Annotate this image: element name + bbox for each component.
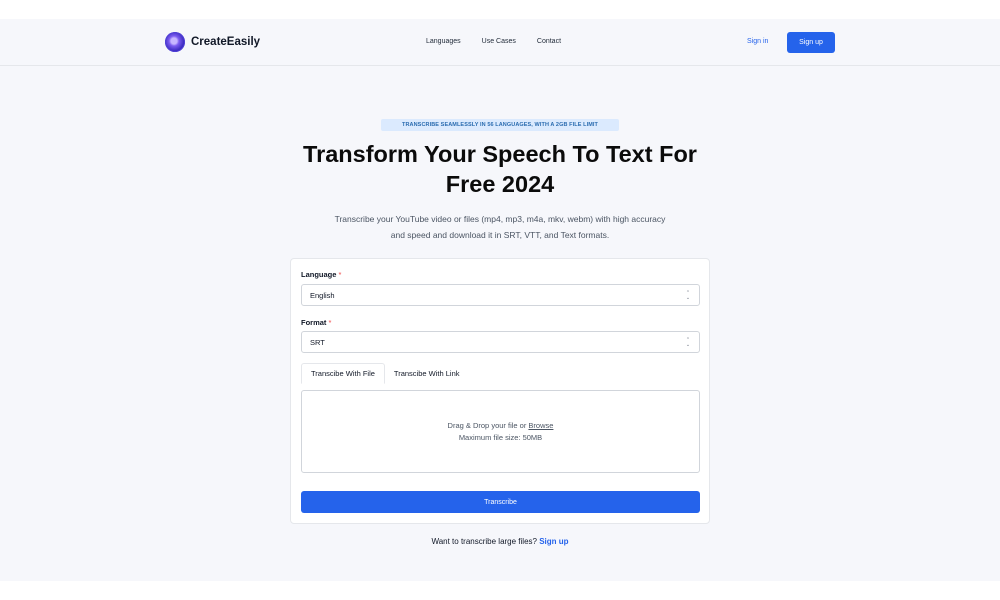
hero-title-line-2: Free 2024 [445,171,555,197]
hero-title-line-1: Transform Your Speech To Text For [303,141,697,167]
format-label-text: Format [301,318,327,327]
dropzone-text: Drag & Drop your file or [447,420,529,430]
browse-link[interactable]: Browse [528,421,553,430]
transcribe-button[interactable]: Transcribe [301,491,700,513]
required-mark: * [328,318,332,327]
format-label: Format * [301,318,331,327]
languages-badge: TRANSCRIBE SEAMLESSLY IN 56 LANGUAGES, W… [381,119,619,131]
nav-contact[interactable]: Contact [537,38,561,45]
nav-languages[interactable]: Languages [426,38,461,45]
top-navbar: CreateEasily Languages Use Cases Contact… [0,19,1000,66]
sign-up-button[interactable]: Sign up [787,32,835,53]
up-down-chevron-icon: ⌃ ⌄ [685,337,691,348]
required-mark: * [338,270,342,279]
language-select-value: English [310,290,335,300]
hero-subtitle: Transcribe your YouTube video or files (… [300,211,700,243]
file-dropzone[interactable]: Drag & Drop your file or Browse Maximum … [301,390,700,473]
sign-in-link[interactable]: Sign in [747,38,768,45]
tab-transcribe-with-file[interactable]: Transcibe With File [301,363,385,384]
hero-subtitle-line-1: Transcribe your YouTube video or files (… [334,214,666,224]
format-select[interactable]: SRT ⌃ ⌄ [301,331,700,353]
format-select-value: SRT [310,337,325,347]
large-files-prompt: Want to transcribe large files? [431,537,537,546]
brand-name: CreateEasily [191,36,261,48]
tab-transcribe-with-link[interactable]: Transcibe With Link [385,363,469,384]
dropzone-file-limit: Maximum file size: 50MB [458,432,543,442]
language-select[interactable]: English ⌃ ⌄ [301,284,700,306]
brand-logo[interactable]: CreateEasily [165,32,260,52]
language-label-text: Language [301,270,337,279]
upload-tabs: Transcibe With File Transcibe With Link [301,363,468,384]
up-down-chevron-icon: ⌃ ⌄ [685,290,691,301]
hero-subtitle-line-2: and speed and download it in SRT, VTT, a… [390,230,610,240]
language-label: Language * [301,270,341,279]
transcribe-form-card: Language * English ⌃ ⌄ Format * SRT ⌃ ⌄ Tr… [290,258,710,524]
dropzone-instruction: Drag & Drop your file or Browse [448,420,554,432]
large-files-note: Want to transcribe large files? Sign up [0,537,1000,546]
createeasily-logo-icon [165,32,185,52]
footer-sign-up-link[interactable]: Sign up [539,537,568,546]
main-nav: Languages Use Cases Contact [426,38,561,45]
hero-title: Transform Your Speech To Text For Free 2… [250,139,750,199]
nav-use-cases[interactable]: Use Cases [482,38,516,45]
